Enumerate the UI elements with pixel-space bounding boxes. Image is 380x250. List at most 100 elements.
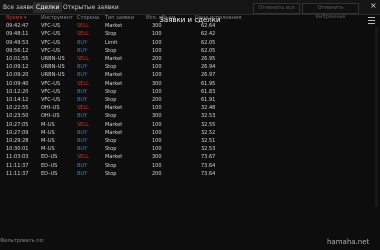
cell-side: BUY <box>77 39 88 46</box>
cell-side: SELL <box>77 121 89 128</box>
watermark: hamaha.net <box>327 238 370 246</box>
cell-price: 61.95 <box>201 80 216 87</box>
cell-side: BUY <box>77 146 88 153</box>
table-row[interactable]: 10:27:05 M–US SELL Market 100 32.55 <box>6 121 245 129</box>
cell-time: 09:56:12 <box>6 47 29 54</box>
cell-side: BUY <box>77 64 88 71</box>
orders-and-trades-window: Все заявки Сделки Открытые заявки Отмени… <box>0 0 380 250</box>
cancel-all-button[interactable]: Отменить все <box>253 3 300 14</box>
cell-time: 10:09:12 <box>6 64 29 71</box>
cell-side: BUY <box>77 72 88 79</box>
cell-price: 73.67 <box>201 154 216 161</box>
cell-order-type: Stop <box>105 162 117 169</box>
table-row[interactable]: 09:48:11 VFC–US SELL Stop 100 62.42 <box>6 30 245 38</box>
table-row[interactable]: 11:11:37 ED–US BUY Stop 200 73.64 <box>6 170 245 178</box>
cell-price: 61.91 <box>201 97 216 104</box>
table-row[interactable]: 10:09:12 URBN–US BUY Stop 100 26.94 <box>6 63 245 71</box>
cell-order-type: Market <box>105 80 123 87</box>
cell-volume: 100 <box>152 88 162 95</box>
cell-volume: 100 <box>152 31 162 38</box>
cell-side: BUY <box>77 113 88 120</box>
table-row[interactable]: 10:09:20 URBN–US BUY Market 100 26.97 <box>6 71 245 79</box>
filter-label: Фильтровать по: <box>0 238 45 244</box>
cell-instrument: URBN–US <box>41 64 65 71</box>
cell-price: 62.05 <box>201 39 216 46</box>
cell-time: 10:09:20 <box>6 72 29 79</box>
table-row[interactable]: 10:29:28 M–US BUY Stop 100 32.51 <box>6 137 245 145</box>
cell-price: 32.53 <box>201 113 216 120</box>
cell-price: 62.64 <box>201 23 216 30</box>
cell-order-type: Stop <box>105 64 117 71</box>
table-row[interactable]: 10:01:55 URBN–US SELL Market 200 26.95 <box>6 55 245 63</box>
column-header-side[interactable]: Сторона <box>77 14 105 22</box>
cancel-selected-button[interactable]: Отменить выбранные <box>302 3 359 20</box>
cell-time: 10:22:55 <box>6 105 29 112</box>
cell-instrument: VFC–US <box>41 23 61 30</box>
cell-side: BUY <box>77 47 88 54</box>
cell-order-type: Stop <box>105 146 117 153</box>
cell-instrument: VFC–US <box>41 31 61 38</box>
cell-volume: 100 <box>152 72 162 79</box>
cell-side: BUY <box>77 170 88 177</box>
cell-volume: 100 <box>152 129 162 136</box>
table-row[interactable]: 10:27:09 M–US BUY Market 100 32.52 <box>6 129 245 137</box>
cell-instrument: VFC–US <box>41 97 61 104</box>
table-row[interactable]: 10:14:12 VFC–US BUY Stop 200 61.91 <box>6 96 245 104</box>
table-row[interactable]: 09:56:12 VFC–US BUY Stop 100 62.05 <box>6 47 245 55</box>
table-row[interactable]: 10:22:55 OHI–US SELL Market 100 32.48 <box>6 104 245 112</box>
cell-price: 62.05 <box>201 47 216 54</box>
cell-instrument: ED–US <box>41 154 58 161</box>
cell-order-type: Market <box>105 129 123 136</box>
scrollbar[interactable] <box>375 27 378 207</box>
cell-order-type: Stop <box>105 113 117 120</box>
cell-order-type: Market <box>105 105 123 112</box>
cell-instrument: VFC–US <box>41 80 61 87</box>
cell-order-type: Stop <box>105 47 117 54</box>
cell-volume: 100 <box>152 121 162 128</box>
cell-volume: 100 <box>152 105 162 112</box>
cell-order-type: Stop <box>105 97 117 104</box>
table-row[interactable]: 10:23:50 OHI–US BUY Stop 300 32.53 <box>6 112 245 120</box>
table-row[interactable]: 09:42:47 VFC–US SELL Market 300 62.64 <box>6 22 245 30</box>
cell-volume: 300 <box>152 80 162 87</box>
cell-price: 32.53 <box>201 146 216 153</box>
cell-instrument: VFC–US <box>41 39 61 46</box>
table-row[interactable]: 10:30:01 M–US BUY Stop 100 32.53 <box>6 145 245 153</box>
cell-time: 10:23:50 <box>6 113 29 120</box>
cell-side: SELL <box>77 80 89 87</box>
column-header-volume[interactable]: Исп. объем <box>146 14 195 22</box>
tab-trades[interactable]: Сделки <box>33 2 63 13</box>
cell-price: 32.48 <box>201 105 216 112</box>
tab-open-orders[interactable]: Открытые заявки <box>60 2 122 13</box>
column-header-time[interactable]: Время ▾ <box>6 14 41 22</box>
column-header-price[interactable]: Цена исполнения <box>195 14 245 22</box>
cell-volume: 100 <box>152 162 162 169</box>
table-row[interactable]: 10:12:20 VFC–US BUY Stop 100 61.83 <box>6 88 245 96</box>
cell-time: 10:30:01 <box>6 146 29 153</box>
cell-side: SELL <box>77 56 89 63</box>
table-header-row: Время ▾ Инструмент Сторона Тип заявки Ис… <box>6 14 245 22</box>
table-row[interactable]: 09:49:53 VFC–US BUY Limit 100 62.05 <box>6 39 245 47</box>
column-header-order-type[interactable]: Тип заявки <box>105 14 146 22</box>
table-row[interactable]: 11:03:03 ED–US SELL Market 300 73.67 <box>6 153 245 161</box>
cell-order-type: Market <box>105 121 123 128</box>
table-row[interactable]: 11:11:37 ED–US BUY Stop 100 73.64 <box>6 162 245 170</box>
cell-order-type: Stop <box>105 170 117 177</box>
trades-table: Время ▾ Инструмент Сторона Тип заявки Ис… <box>6 14 245 178</box>
cell-order-type: Stop <box>105 138 117 145</box>
cell-instrument: M–US <box>41 121 55 128</box>
cell-price: 62.42 <box>201 31 216 38</box>
cell-side: BUY <box>77 129 88 136</box>
cell-instrument: VFC–US <box>41 47 61 54</box>
column-header-instrument[interactable]: Инструмент <box>41 14 77 22</box>
cell-volume: 200 <box>152 97 162 104</box>
close-icon[interactable]: × <box>370 1 377 11</box>
table-row[interactable]: 10:09:40 VFC–US SELL Market 300 61.95 <box>6 80 245 88</box>
cell-time: 10:29:28 <box>6 138 29 145</box>
cell-time: 09:48:11 <box>6 31 29 38</box>
menu-icon[interactable] <box>368 17 375 26</box>
cell-side: BUY <box>77 138 88 145</box>
cell-instrument: OHI–US <box>41 105 60 112</box>
cell-price: 32.51 <box>201 138 216 145</box>
cell-price: 32.52 <box>201 129 216 136</box>
